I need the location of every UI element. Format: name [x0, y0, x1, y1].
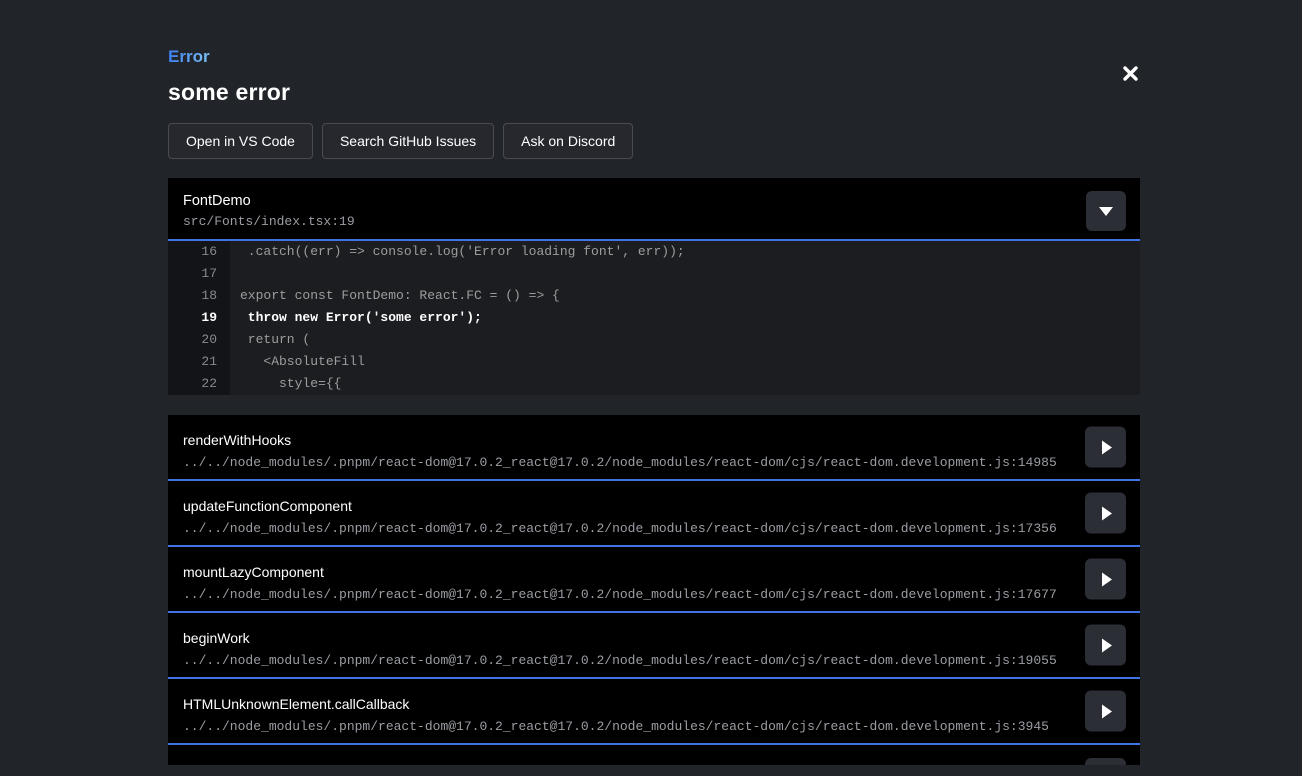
frame-function-name: FontDemo	[183, 193, 1140, 209]
line-content: .catch((err) => console.log('Error loadi…	[230, 241, 1140, 263]
line-number: 17	[168, 263, 230, 285]
code-block: 16 .catch((err) => console.log('Error lo…	[168, 241, 1140, 395]
line-number: 18	[168, 285, 230, 307]
play-icon	[1102, 506, 1112, 520]
play-icon	[1102, 638, 1112, 652]
play-icon	[1102, 704, 1112, 718]
expand-frame-button[interactable]	[1085, 758, 1126, 765]
play-icon	[1102, 572, 1112, 586]
collapse-frame-button[interactable]	[1086, 191, 1126, 231]
line-content: <AbsoluteFill	[230, 351, 1140, 373]
action-button-row: Open in VS Code Search GitHub Issues Ask…	[168, 123, 1140, 159]
search-github-issues-button[interactable]: Search GitHub Issues	[322, 123, 494, 159]
line-content	[230, 263, 1140, 285]
code-line: 21 <AbsoluteFill	[168, 351, 1140, 373]
expand-frame-button[interactable]	[1085, 559, 1126, 600]
error-content: Error some error Open in VS Code Search …	[168, 0, 1140, 765]
stack-frame-location: ../../node_modules/.pnpm/react-dom@17.0.…	[183, 521, 1140, 536]
line-content: style={{	[230, 373, 1140, 395]
code-line: 17	[168, 263, 1140, 285]
stack-frame-name: updateFunctionComponent	[183, 498, 1140, 514]
code-frame-card: FontDemo src/Fonts/index.tsx:19 16 .catc…	[168, 178, 1140, 395]
code-line: 22 style={{	[168, 373, 1140, 395]
line-number: 20	[168, 329, 230, 351]
expand-frame-button[interactable]	[1085, 427, 1126, 468]
frame-location: src/Fonts/index.tsx:19	[183, 214, 1140, 229]
error-overlay: Error some error Open in VS Code Search …	[0, 0, 1302, 776]
code-line: 18 export const FontDemo: React.FC = () …	[168, 285, 1140, 307]
line-number: 19	[168, 307, 230, 329]
chevron-down-icon	[1099, 207, 1113, 216]
code-line: 20 return (	[168, 329, 1140, 351]
line-number: 21	[168, 351, 230, 373]
page-title: some error	[168, 79, 1140, 106]
line-content: throw new Error('some error');	[230, 307, 1140, 329]
stack-frame-location: ../../node_modules/.pnpm/react-dom@17.0.…	[183, 587, 1140, 602]
open-vscode-button[interactable]: Open in VS Code	[168, 123, 313, 159]
ask-discord-button[interactable]: Ask on Discord	[503, 123, 633, 159]
expand-frame-button[interactable]	[1085, 625, 1126, 666]
stack-frame-name: HTMLUnknownElement.callCallback	[183, 696, 1140, 712]
expand-frame-button[interactable]	[1085, 691, 1126, 732]
line-number: 16	[168, 241, 230, 263]
expand-frame-button[interactable]	[1085, 493, 1126, 534]
stack-frame-name: renderWithHooks	[183, 432, 1140, 448]
stack-frame-location: ../../node_modules/.pnpm/react-dom@17.0.…	[183, 719, 1140, 734]
stack-frame-row: renderWithHooks ../../node_modules/.pnpm…	[168, 415, 1140, 481]
line-content: export const FontDemo: React.FC = () => …	[230, 285, 1140, 307]
stack-frame-location: ../../node_modules/.pnpm/react-dom@17.0.…	[183, 455, 1140, 470]
stack-frame-row-partial	[168, 745, 1140, 765]
play-icon	[1102, 440, 1112, 454]
stack-frame-name: beginWork	[183, 630, 1140, 646]
line-number: 22	[168, 373, 230, 395]
stack-frame-list: renderWithHooks ../../node_modules/.pnpm…	[168, 415, 1140, 765]
code-frame-header: FontDemo src/Fonts/index.tsx:19	[168, 178, 1140, 241]
stack-frame-location: ../../node_modules/.pnpm/react-dom@17.0.…	[183, 653, 1140, 668]
error-type-label: Error	[168, 47, 210, 67]
stack-frame-name: mountLazyComponent	[183, 564, 1140, 580]
line-content: return (	[230, 329, 1140, 351]
stack-frame-row: beginWork ../../node_modules/.pnpm/react…	[168, 613, 1140, 679]
code-line-highlighted: 19 throw new Error('some error');	[168, 307, 1140, 329]
stack-frame-row: mountLazyComponent ../../node_modules/.p…	[168, 547, 1140, 613]
stack-frame-row: HTMLUnknownElement.callCallback ../../no…	[168, 679, 1140, 745]
stack-frame-row: updateFunctionComponent ../../node_modul…	[168, 481, 1140, 547]
code-line: 16 .catch((err) => console.log('Error lo…	[168, 241, 1140, 263]
